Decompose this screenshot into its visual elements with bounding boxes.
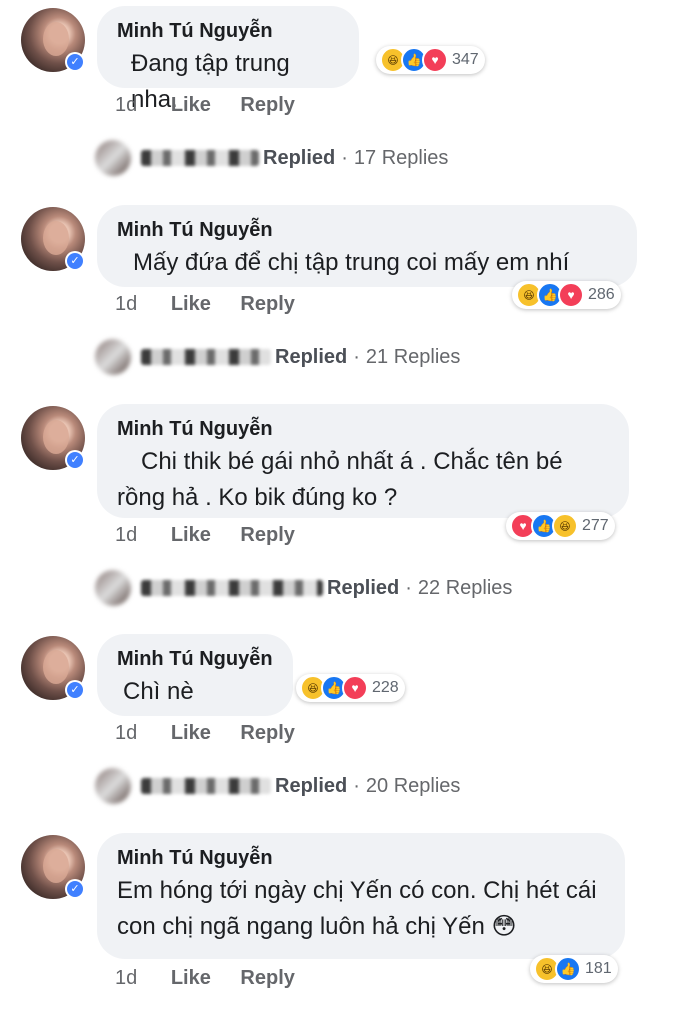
like-button[interactable]: Like — [171, 722, 211, 744]
replies-count: 21 Replies — [365, 345, 461, 368]
reactions-count: 347 — [452, 51, 479, 68]
comment-author[interactable]: Minh Tú Nguyễn — [117, 416, 609, 442]
reactions-summary[interactable]: 😆 👍 ♥ 286 — [512, 281, 621, 309]
like-button[interactable]: Like — [171, 293, 211, 315]
reply-button[interactable]: Reply — [240, 967, 294, 989]
love-icon: ♥ — [342, 675, 368, 701]
replier-avatar — [95, 140, 131, 176]
reply-button[interactable]: Reply — [240, 722, 294, 744]
avatar[interactable]: ✓ — [21, 835, 85, 899]
reactions-count: 286 — [588, 286, 615, 303]
avatar[interactable]: ✓ — [21, 207, 85, 271]
comment-bubble: Minh Tú Nguyễn Mấy đứa để chị tập trung … — [97, 205, 637, 287]
separator-dot: · — [341, 146, 348, 169]
comment-actions: 1d Like Reply — [115, 722, 319, 745]
love-icon: ♥ — [422, 47, 448, 73]
reactions-summary[interactable]: ♥ 👍 😆 277 — [506, 512, 615, 540]
replied-label: Replied — [275, 774, 348, 797]
avatar[interactable]: ✓ — [21, 406, 85, 470]
view-replies[interactable]: Replied · 21 Replies — [95, 339, 460, 375]
comment-bubble: Minh Tú Nguyễn Đang tập trung nha. — [97, 6, 359, 113]
comment-author[interactable]: Minh Tú Nguyễn — [117, 845, 605, 871]
verified-badge-icon: ✓ — [65, 879, 85, 899]
reactions-summary[interactable]: 😆 👍 181 — [530, 955, 618, 983]
comment-bubble: Minh Tú Nguyễn Chì nè — [97, 634, 293, 716]
comment-author[interactable]: Minh Tú Nguyễn — [117, 646, 273, 672]
love-icon: ♥ — [558, 282, 584, 308]
comment-actions: 1d Like Reply — [115, 293, 319, 316]
comment-time[interactable]: 1d — [115, 293, 137, 315]
reply-button[interactable]: Reply — [240, 94, 294, 116]
comment-text: Chi thik bé gái nhỏ nhất á . Chắc tên bé… — [117, 448, 563, 511]
separator-dot: · — [353, 345, 360, 368]
comment-time[interactable]: 1d — [115, 524, 137, 546]
verified-badge-icon: ✓ — [65, 450, 85, 470]
replier-avatar — [95, 768, 131, 804]
avatar[interactable]: ✓ — [21, 636, 85, 700]
replier-name-blurred — [141, 150, 259, 166]
replier-avatar — [95, 570, 131, 606]
comment-time[interactable]: 1d — [115, 967, 137, 989]
view-replies[interactable]: Replied · 20 Replies — [95, 768, 460, 804]
replies-count: 17 Replies — [353, 146, 449, 169]
replies-count: 20 Replies — [365, 774, 461, 797]
replier-name-blurred — [141, 349, 271, 365]
comment-author[interactable]: Minh Tú Nguyễn — [117, 18, 339, 44]
view-replies[interactable]: Replied · 17 Replies — [95, 140, 448, 176]
comment-text: Mấy đứa để chị tập trung coi mấy em nhí — [133, 249, 570, 276]
replied-label: Replied — [263, 146, 336, 169]
separator-dot: · — [353, 774, 360, 797]
replier-name-blurred — [141, 580, 323, 596]
verified-badge-icon: ✓ — [65, 251, 85, 271]
replied-label: Replied — [327, 576, 400, 599]
like-button[interactable]: Like — [171, 967, 211, 989]
comment-time[interactable]: 1d — [115, 722, 137, 744]
replied-label: Replied — [275, 345, 348, 368]
comment-author[interactable]: Minh Tú Nguyễn — [117, 217, 617, 243]
comment-bubble: Minh Tú Nguyễn Chi thik bé gái nhỏ nhất … — [97, 404, 629, 518]
separator-dot: · — [405, 576, 412, 599]
reply-button[interactable]: Reply — [240, 293, 294, 315]
comment-text: Em hóng tới ngày chị Yến có con. Chị hét… — [117, 877, 597, 940]
reactions-count: 277 — [582, 517, 609, 534]
reply-button[interactable]: Reply — [240, 524, 294, 546]
like-icon: 👍 — [555, 956, 581, 982]
reactions-count: 228 — [372, 679, 399, 696]
avatar[interactable]: ✓ — [21, 8, 85, 72]
like-button[interactable]: Like — [171, 94, 211, 116]
comment-actions: 1d Like Reply — [115, 967, 319, 990]
comment-bubble: Minh Tú Nguyễn Em hóng tới ngày chị Yến … — [97, 833, 625, 959]
view-replies[interactable]: Replied · 22 Replies — [95, 570, 512, 606]
haha-icon: 😆 — [552, 513, 578, 539]
verified-badge-icon: ✓ — [65, 680, 85, 700]
reactions-summary[interactable]: 😆 👍 ♥ 228 — [296, 674, 405, 702]
reactions-count: 181 — [585, 960, 612, 977]
verified-badge-icon: ✓ — [65, 52, 85, 72]
reactions-summary[interactable]: 😆 👍 ♥ 347 — [376, 46, 485, 74]
comment-actions: 1d Like Reply — [115, 524, 319, 547]
comment-actions: 1d Like Reply — [115, 94, 319, 117]
comment-time[interactable]: 1d — [115, 94, 137, 116]
like-button[interactable]: Like — [171, 524, 211, 546]
comment-text: Chì nè — [123, 678, 194, 705]
replier-name-blurred — [141, 778, 271, 794]
replies-count: 22 Replies — [417, 576, 513, 599]
replier-avatar — [95, 339, 131, 375]
